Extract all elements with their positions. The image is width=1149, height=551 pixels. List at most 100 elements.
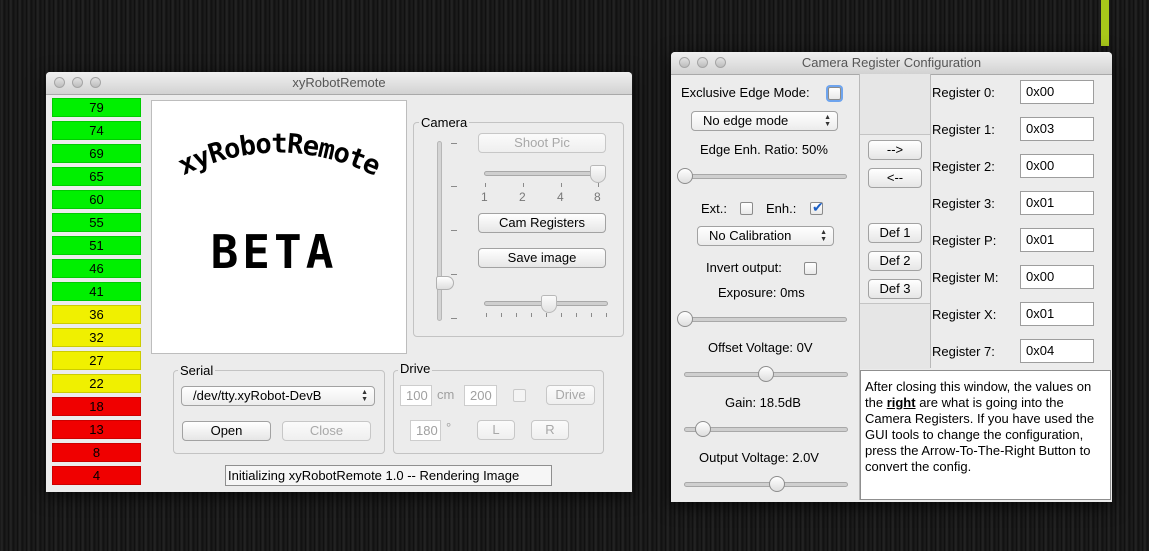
meter-bar: 36 (52, 305, 141, 324)
register-value-field[interactable]: 0x03 (1020, 117, 1094, 141)
arrow-panel-footer (860, 303, 930, 369)
drive-group (393, 370, 604, 454)
def3-button[interactable]: Def 3 (868, 279, 922, 299)
slider-tick (451, 274, 457, 275)
drive-checkbox[interactable] (513, 389, 526, 402)
edge-ratio-label: Edge Enh. Ratio: 50% (700, 142, 828, 157)
output-voltage-slider-track[interactable] (684, 482, 848, 487)
slider-tick (561, 313, 562, 317)
exposure-slider-track[interactable] (683, 317, 847, 322)
close-window-button[interactable] (679, 57, 690, 68)
slider-tick (523, 183, 524, 187)
zoom-window-button[interactable] (715, 57, 726, 68)
serial-port-value: /dev/tty.xyRobot-DevB (193, 388, 322, 403)
register-value-field[interactable]: 0x01 (1020, 302, 1094, 326)
minimize-window-button[interactable] (697, 57, 708, 68)
slider-tick (531, 313, 532, 317)
slider-tick (485, 183, 486, 187)
config-window-titlebar[interactable]: Camera Register Configuration (671, 52, 1112, 75)
meter-bar: 46 (52, 259, 141, 278)
ext-checkbox[interactable] (740, 202, 753, 215)
meter-bar: 4 (52, 466, 141, 485)
zoom-tick-label: 8 (594, 190, 601, 204)
enh-label: Enh.: (766, 201, 797, 216)
zoom-window-button[interactable] (90, 77, 101, 88)
gain-label: Gain: 18.5dB (725, 395, 801, 410)
shoot-pic-button[interactable]: Shoot Pic (478, 133, 606, 153)
arrow-panel-header (860, 74, 930, 135)
camera-vertical-track[interactable] (437, 141, 442, 321)
calibration-value: No Calibration (709, 228, 792, 243)
zoom-slider-track[interactable] (484, 171, 606, 176)
register-value-field[interactable]: 0x01 (1020, 228, 1094, 252)
meter-bar: 22 (52, 374, 141, 393)
main-window-titlebar[interactable]: xyRobotRemote (46, 72, 632, 95)
camera-horizontal-knob[interactable] (541, 295, 557, 313)
speed-field[interactable]: 200 (464, 385, 497, 406)
image-preview: xyRobotRemote BETA (151, 100, 407, 354)
def2-button[interactable]: Def 2 (868, 251, 922, 271)
meter-bar: 13 (52, 420, 141, 439)
output-voltage-label: Output Voltage: 2.0V (699, 450, 819, 465)
edge-mode-select[interactable]: No edge mode ▲ ▼ (691, 111, 838, 131)
meter-bar: 79 (52, 98, 141, 117)
close-button[interactable]: Close (282, 421, 371, 441)
svg-text:xyRobotRemote: xyRobotRemote (173, 128, 385, 182)
camera-vertical-slider-knob[interactable] (436, 276, 454, 290)
offset-voltage-slider-knob[interactable] (758, 366, 774, 382)
meter-bar: 8 (52, 443, 141, 462)
distance-field[interactable]: 100 (400, 385, 432, 406)
slider-tick (561, 183, 562, 187)
register-label: Register 2: (932, 159, 995, 174)
close-window-button[interactable] (54, 77, 65, 88)
invert-output-label: Invert output: (706, 260, 782, 275)
drive-group-label: Drive (398, 361, 433, 376)
register-value-field[interactable]: 0x04 (1020, 339, 1094, 363)
cam-registers-button[interactable]: Cam Registers (478, 213, 606, 233)
slider-tick (546, 313, 547, 317)
slider-tick (451, 186, 457, 187)
edge-mode-value: No edge mode (703, 113, 789, 128)
open-button[interactable]: Open (182, 421, 271, 441)
angle-field[interactable]: 180 (410, 420, 441, 441)
output-voltage-slider-knob[interactable] (769, 476, 785, 492)
invert-output-checkbox[interactable] (804, 262, 817, 275)
meter-bar: 55 (52, 213, 141, 232)
slider-tick (606, 313, 607, 317)
register-label: Register P: (932, 233, 997, 248)
calibration-select[interactable]: No Calibration ▲ ▼ (697, 226, 834, 246)
register-value-field[interactable]: 0x00 (1020, 154, 1094, 178)
edge-ratio-slider-knob[interactable] (677, 168, 693, 184)
minimize-window-button[interactable] (72, 77, 83, 88)
serial-port-select[interactable]: /dev/tty.xyRobot-DevB ▲ ▼ (181, 386, 375, 406)
exposure-slider-knob[interactable] (677, 311, 693, 327)
slider-tick (486, 313, 487, 317)
slider-tick (451, 318, 457, 319)
arrow-left-button[interactable]: <-- (868, 168, 922, 188)
gain-slider-knob[interactable] (695, 421, 711, 437)
slider-tick (451, 230, 457, 231)
slider-tick (501, 313, 502, 317)
meter-bar: 18 (52, 397, 141, 416)
register-value-field[interactable]: 0x01 (1020, 191, 1094, 215)
def1-button[interactable]: Def 1 (868, 223, 922, 243)
register-label: Register 1: (932, 122, 995, 137)
main-window-title: xyRobotRemote (292, 75, 386, 90)
drive-button[interactable]: Drive (546, 385, 595, 405)
meter-bar: 27 (52, 351, 141, 370)
arrow-right-button[interactable]: --> (868, 140, 922, 160)
register-value-field[interactable]: 0x00 (1020, 80, 1094, 104)
exclusive-edge-mode-label: Exclusive Edge Mode: (681, 85, 810, 100)
edge-ratio-slider-track[interactable] (683, 174, 847, 179)
turn-right-button[interactable]: R (531, 420, 569, 440)
turn-left-button[interactable]: L (477, 420, 515, 440)
select-arrows-icon: ▲ ▼ (820, 229, 827, 243)
exposure-label: Exposure: 0ms (718, 285, 805, 300)
register-value-field[interactable]: 0x00 (1020, 265, 1094, 289)
exclusive-edge-mode-checkbox[interactable] (828, 87, 841, 100)
save-image-button[interactable]: Save image (478, 248, 606, 268)
offset-voltage-label: Offset Voltage: 0V (708, 340, 813, 355)
ext-label: Ext.: (701, 201, 728, 216)
zoom-slider-knob[interactable] (590, 165, 606, 183)
enh-checkbox[interactable] (810, 199, 824, 216)
